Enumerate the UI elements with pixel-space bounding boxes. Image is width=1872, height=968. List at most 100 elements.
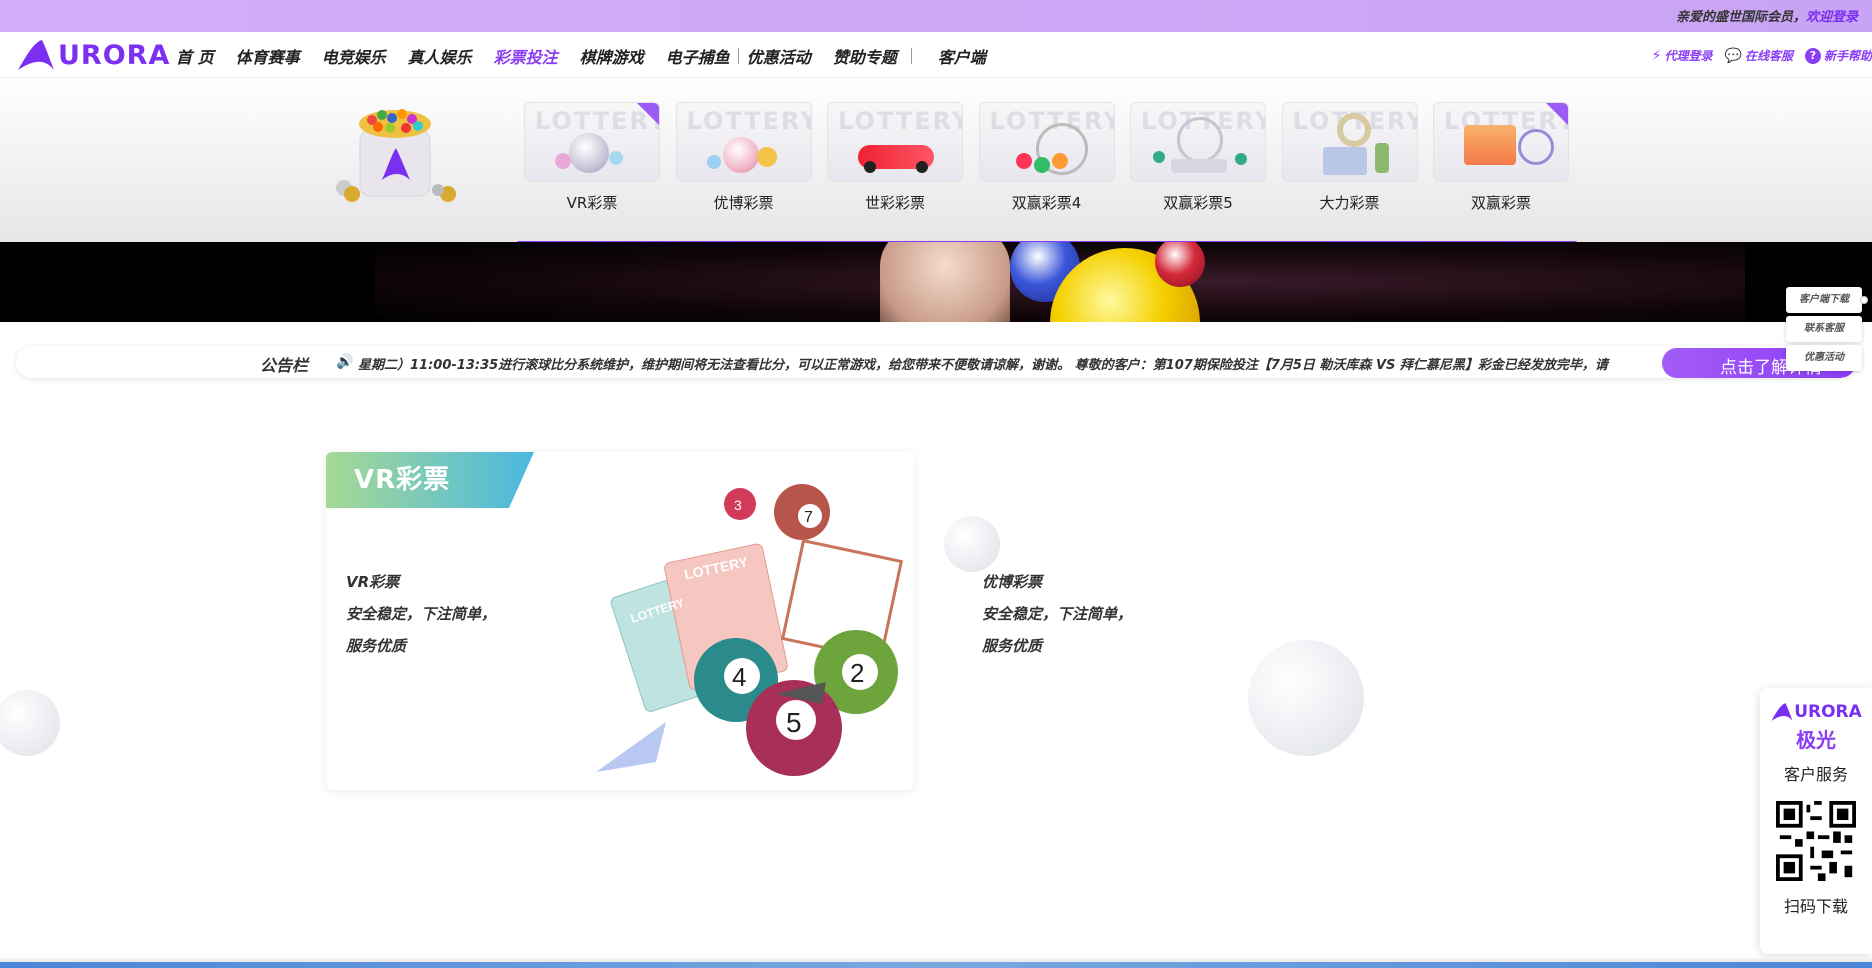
logo-text: URORA <box>58 39 171 71</box>
aurora-logo-icon <box>1771 703 1793 721</box>
side-tab-contact-service[interactable]: 联系客服 <box>1786 316 1862 342</box>
side-tab-label: 客户端下载 <box>1799 294 1849 305</box>
notice-marquee[interactable]: 星期二）11:00-13:35进行滚球比分系统维护，维护期间将无法查看比分，可以… <box>358 354 1638 373</box>
lottery-card-label: 优博彩票 <box>713 194 774 212</box>
agent-login-label: 代理登录 <box>1664 49 1713 63</box>
bg-bubble <box>944 516 1000 572</box>
lottery-card-shuangying5[interactable]: LOTTERY 双赢彩票5 <box>1130 102 1266 213</box>
nav-item-chess[interactable]: 棋牌游戏 <box>580 44 644 68</box>
nav-item-fishing[interactable]: 电子捕鱼 <box>666 44 730 68</box>
cs-title: 客户服务 <box>1783 765 1848 784</box>
svg-text:5: 5 <box>786 707 802 738</box>
corner-badge <box>637 103 659 125</box>
qr-code-icon[interactable] <box>1776 801 1856 881</box>
nav-item-home[interactable]: 首 页 <box>176 44 214 68</box>
side-tab-label: 优惠活动 <box>1804 352 1844 363</box>
svg-text:3: 3 <box>734 497 742 513</box>
svg-text:7: 7 <box>804 509 813 526</box>
bg-bubble <box>0 690 60 756</box>
product-line2: 服务优质 <box>982 637 1043 655</box>
online-service-link[interactable]: 💬 在线客服 <box>1725 47 1793 64</box>
help-label: 新手帮助 <box>1823 49 1872 63</box>
bg-bubble <box>1248 640 1364 756</box>
lottery-card-image: LOTTERY <box>827 102 963 182</box>
taskbar-strip <box>0 958 1872 968</box>
product-line1: 安全稳定，下注简单， <box>346 605 497 623</box>
nav-item-esports[interactable]: 电竞娱乐 <box>322 44 386 68</box>
top-welcome-bar: 亲爱的盛世国际会员，欢迎登录 <box>0 0 1872 32</box>
nav-menu: 首 页 体育赛事 电竞娱乐 真人娱乐 彩票投注 棋牌游戏 电子捕鱼 优惠活动 赞… <box>176 44 1008 68</box>
lottery-watermark: LOTTERY <box>838 107 963 135</box>
lottery-balls-illustration: LOTTERY LOTTERY 3 7 4 2 5 <box>596 484 904 776</box>
nav-item-sponsorship[interactable]: 赞助专题 <box>833 44 897 68</box>
product-card-youbo[interactable]: 优博彩票 安全稳定，下注简单， 服务优质 <box>982 566 1132 662</box>
nav-right-links: ⚡ 代理登录 💬 在线客服 ? 新手帮助 <box>1640 47 1872 64</box>
product-line1: 安全稳定，下注简单， <box>982 605 1133 623</box>
lottery-cards: LOTTERY VR彩票 LOTTERY 优博彩票 LOTTERY 世彩彩票 L… <box>524 102 1585 213</box>
product-description: VR彩票 安全稳定，下注简单， 服务优质 <box>346 566 496 662</box>
welcome-text: 亲爱的盛世国际会员， <box>1675 10 1806 25</box>
nav-item-lottery[interactable]: 彩票投注 <box>494 44 558 68</box>
lottery-watermark: LOTTERY <box>686 107 812 135</box>
lottery-card-image: LOTTERY <box>978 102 1115 182</box>
lightning-icon: ⚡ <box>1651 47 1662 64</box>
svg-text:4: 4 <box>732 662 746 692</box>
nav-item-live-casino[interactable]: 真人娱乐 <box>408 44 472 68</box>
lottery-card-shicai[interactable]: LOTTERY 世彩彩票 <box>827 102 963 213</box>
lottery-box-icon <box>336 109 456 202</box>
lottery-card-label: 双赢彩票5 <box>1163 194 1233 212</box>
lottery-dropdown: LOTTERY VR彩票 LOTTERY 优博彩票 LOTTERY 世彩彩票 L… <box>0 78 1872 244</box>
product-ribbon: VR彩票 <box>326 452 534 508</box>
lottery-card-label: 世彩彩票 <box>864 194 925 212</box>
product-name: VR彩票 <box>346 573 400 591</box>
svg-text:2: 2 <box>850 658 864 688</box>
lottery-card-image: LOTTERY <box>524 102 660 182</box>
chat-icon: 💬 <box>1724 47 1742 64</box>
nav-item-client[interactable]: 客户端 <box>938 44 986 68</box>
lottery-card-shuangying4[interactable]: LOTTERY 双赢彩票4 <box>978 102 1115 213</box>
lottery-card-label: 大力彩票 <box>1319 194 1380 212</box>
cs-brand-cn: 极光 <box>1796 728 1836 752</box>
aurora-logo-icon <box>18 40 54 70</box>
agent-login-link[interactable]: ⚡ 代理登录 <box>1652 47 1713 64</box>
product-card-vr[interactable]: VR彩票 VR彩票 安全稳定，下注简单， 服务优质 LOTTERY LOTTER… <box>326 452 914 790</box>
nav-divider <box>910 48 912 64</box>
online-service-label: 在线客服 <box>1744 49 1793 63</box>
lottery-card-image: LOTTERY <box>1281 102 1418 182</box>
side-floating-tabs: 客户端下载 联系客服 优惠活动 <box>1786 287 1868 374</box>
site-logo[interactable]: URORA <box>16 38 170 72</box>
nav-divider <box>737 48 739 64</box>
cs-brand: URORA <box>1794 702 1862 722</box>
banner-model-image <box>880 242 1010 322</box>
lottery-card-label: VR彩票 <box>566 194 618 212</box>
notice-bar: 公告栏 🔊 星期二）11:00-13:35进行滚球比分系统维护，维护期间将无法查… <box>16 346 1856 378</box>
lottery-card-label: 双赢彩票4 <box>1011 194 1082 212</box>
side-tab-client-download[interactable]: 客户端下载 <box>1786 287 1868 313</box>
lottery-card-youbo[interactable]: LOTTERY 优博彩票 <box>675 102 812 213</box>
customer-service-panel: URORA 极光 客户服务 扫码下载 <box>1760 688 1872 954</box>
question-icon: ? <box>1804 47 1821 64</box>
lottery-card-image: LOTTERY <box>675 102 812 182</box>
cs-download-label: 扫码下载 <box>1783 897 1848 916</box>
notice-title: 公告栏 <box>260 356 309 375</box>
lottery-card-dali[interactable]: LOTTERY 大力彩票 <box>1281 102 1418 213</box>
nav-item-sports[interactable]: 体育赛事 <box>236 44 300 68</box>
product-name: 优博彩票 <box>982 573 1043 591</box>
speaker-icon: 🔊 <box>336 354 354 370</box>
cs-logo: URORA <box>1760 702 1872 722</box>
lottery-card-image: LOTTERY <box>1130 102 1266 182</box>
corner-badge <box>1546 103 1568 125</box>
login-link[interactable]: 欢迎登录 <box>1806 10 1858 25</box>
lottery-card-vr[interactable]: LOTTERY VR彩票 <box>524 102 660 213</box>
product-ribbon-title: VR彩票 <box>354 465 451 495</box>
side-tab-label: 联系客服 <box>1804 323 1844 334</box>
lottery-card-image: LOTTERY <box>1433 102 1569 182</box>
nav-item-promotions[interactable]: 优惠活动 <box>747 44 811 68</box>
lottery-card-shuangying[interactable]: LOTTERY 双赢彩票 <box>1433 102 1569 213</box>
help-link[interactable]: ? 新手帮助 <box>1804 47 1872 64</box>
lottery-card-label: 双赢彩票 <box>1470 194 1531 212</box>
hero-banner <box>0 242 1872 322</box>
side-tab-promotions[interactable]: 优惠活动 <box>1786 345 1862 371</box>
product-line2: 服务优质 <box>346 637 407 655</box>
main-nav: URORA 首 页 体育赛事 电竞娱乐 真人娱乐 彩票投注 棋牌游戏 电子捕鱼 … <box>0 32 1872 78</box>
